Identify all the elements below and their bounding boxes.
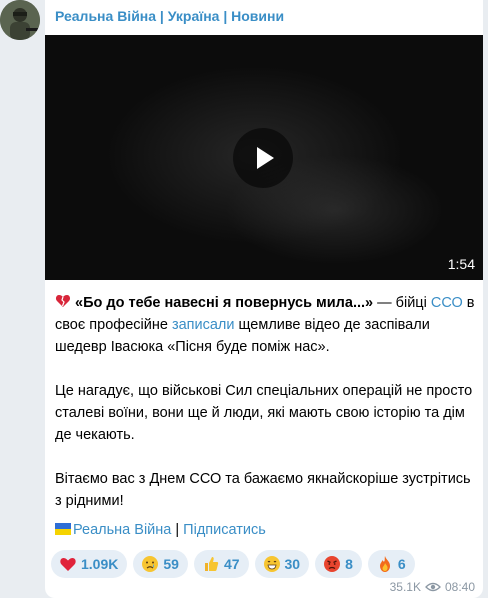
reaction-count: 59 bbox=[163, 556, 179, 572]
message-bubble: Реальна Війна | Україна | Новини 1:54 «Б… bbox=[45, 0, 483, 598]
post-text: «Бо до тебе навесні я повернусь мила...»… bbox=[55, 292, 475, 534]
recorded-link[interactable]: записали bbox=[172, 317, 235, 333]
subscribe-link[interactable]: Підписатись bbox=[183, 522, 266, 538]
footer-separator: | bbox=[171, 522, 184, 538]
angry-face-icon bbox=[324, 556, 341, 572]
reaction-count: 30 bbox=[284, 556, 301, 572]
reactions-bar: 1.09K 59 47 30 8 6 bbox=[51, 550, 415, 578]
post-paragraph-2: Це нагадує, що військові Сил спеціальних… bbox=[55, 383, 473, 443]
reaction-fire[interactable]: 6 bbox=[367, 550, 415, 578]
reaction-crying[interactable]: 59 bbox=[133, 550, 188, 578]
video-player[interactable]: 1:54 bbox=[45, 35, 483, 280]
post-paragraph-3: Вітаємо вас з Днем ССО та бажаємо якнайс… bbox=[55, 471, 471, 509]
sso-link[interactable]: ССО bbox=[431, 295, 463, 311]
post-paragraph-1: «Бо до тебе навесні я повернусь мила...»… bbox=[55, 292, 475, 358]
reaction-count: 1.09K bbox=[81, 556, 119, 572]
message-meta: 35.1K 08:40 bbox=[390, 580, 475, 594]
reaction-heart[interactable]: 1.09K bbox=[51, 550, 128, 578]
play-button[interactable] bbox=[233, 128, 293, 188]
post-quote: «Бо до тебе навесні я повернусь мила...» bbox=[75, 295, 374, 311]
post-text-segment: — бійці bbox=[373, 295, 431, 311]
ukraine-flag-icon bbox=[55, 523, 71, 535]
grinning-face-icon bbox=[263, 556, 280, 572]
broken-heart-icon bbox=[55, 295, 75, 311]
reaction-grinning[interactable]: 30 bbox=[254, 550, 310, 578]
post-footer: Реальна Війна | Підписатись bbox=[55, 522, 266, 538]
reaction-thumbs-up[interactable]: 47 bbox=[193, 550, 249, 578]
fire-icon bbox=[379, 556, 390, 572]
eye-icon bbox=[425, 582, 441, 592]
reaction-count: 47 bbox=[223, 556, 240, 572]
channel-footer-link[interactable]: Реальна Війна bbox=[73, 522, 171, 538]
heart-icon bbox=[60, 558, 76, 571]
video-duration: 1:54 bbox=[447, 256, 475, 272]
play-icon bbox=[257, 147, 274, 169]
channel-name-link[interactable]: Реальна Війна | Україна | Новини bbox=[55, 8, 284, 24]
reaction-count: 8 bbox=[345, 556, 353, 572]
message-time: 08:40 bbox=[444, 580, 475, 594]
channel-avatar[interactable] bbox=[0, 0, 40, 40]
crying-face-icon bbox=[142, 556, 159, 572]
reaction-count: 6 bbox=[397, 556, 406, 572]
reaction-angry[interactable]: 8 bbox=[315, 550, 362, 578]
view-count: 35.1K bbox=[389, 580, 421, 594]
thumbs-up-icon bbox=[204, 557, 219, 571]
